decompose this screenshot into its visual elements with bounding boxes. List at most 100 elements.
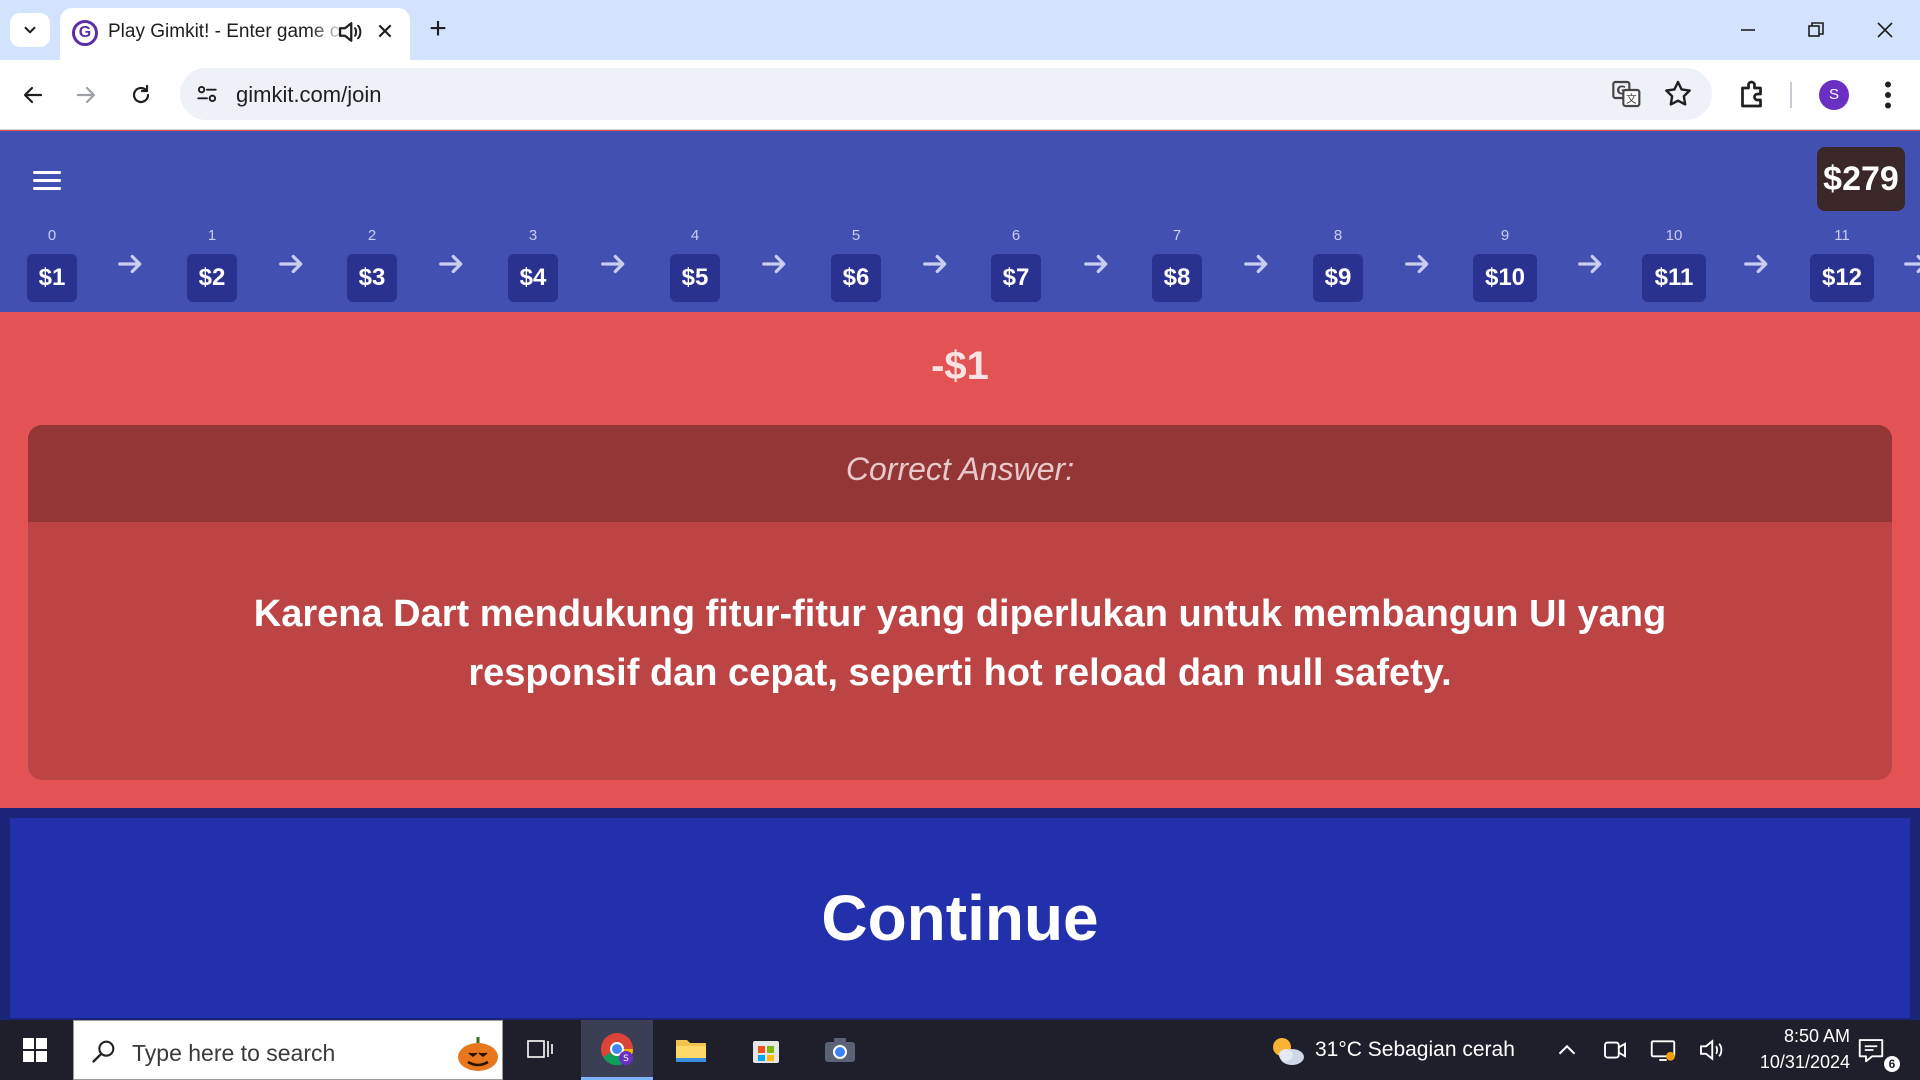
profile-avatar[interactable]: S bbox=[1819, 80, 1849, 110]
continue-area: Continue bbox=[0, 808, 1920, 1020]
arrow-right-icon bbox=[279, 254, 303, 274]
translate-icon[interactable]: G文 bbox=[1610, 78, 1642, 110]
minimize-icon bbox=[1741, 29, 1755, 31]
result-panel: -$1 Correct Answer: Karena Dart mendukun… bbox=[0, 312, 1920, 808]
arrow-right-icon bbox=[601, 254, 625, 274]
windows-logo-icon bbox=[23, 1038, 47, 1062]
correct-answer-header: Correct Answer: bbox=[28, 425, 1892, 522]
notification-count-badge: 6 bbox=[1884, 1056, 1900, 1072]
arrow-right-icon bbox=[76, 86, 96, 104]
start-button[interactable] bbox=[0, 1020, 70, 1080]
step-index: 1 bbox=[207, 227, 217, 244]
step-index: 8 bbox=[1333, 227, 1343, 244]
windows-taskbar: Type here to search S 31°C Sebagian cera… bbox=[0, 1020, 1920, 1080]
step-chip: $9 bbox=[1313, 254, 1363, 302]
store-icon bbox=[753, 1041, 779, 1063]
tab-search-button[interactable] bbox=[10, 13, 50, 47]
continue-button[interactable]: Continue bbox=[10, 818, 1910, 1018]
step-chip: $6 bbox=[831, 254, 881, 302]
restore-button[interactable] bbox=[1786, 10, 1846, 50]
camera-icon bbox=[825, 1038, 855, 1062]
close-window-button[interactable] bbox=[1855, 10, 1915, 50]
chevron-down-icon bbox=[24, 26, 36, 34]
url-text[interactable]: gimkit.com/join bbox=[236, 82, 381, 108]
minimize-button[interactable] bbox=[1718, 10, 1778, 50]
close-tab-icon[interactable]: ✕ bbox=[370, 17, 400, 47]
step-chip: $11 bbox=[1642, 254, 1706, 302]
step-chip: $7 bbox=[991, 254, 1041, 302]
correct-answer-heading: Correct Answer: bbox=[845, 451, 1075, 487]
meet-now-icon[interactable] bbox=[1600, 1035, 1630, 1065]
volume-icon[interactable] bbox=[1696, 1035, 1726, 1065]
arrow-right-icon bbox=[1244, 254, 1268, 274]
hamburger-menu-icon[interactable] bbox=[30, 166, 66, 196]
step-chip: $12 bbox=[1810, 254, 1874, 302]
halloween-pumpkin-icon bbox=[458, 1037, 498, 1071]
microsoft-store-button[interactable] bbox=[730, 1020, 802, 1080]
back-button[interactable] bbox=[13, 75, 53, 115]
browser-tab-strip: G Play Gimkit! - Enter game code ✕ + bbox=[0, 0, 1920, 60]
speaker-icon[interactable] bbox=[335, 17, 365, 47]
toolbar-divider bbox=[1790, 82, 1792, 108]
bookmark-star-icon[interactable] bbox=[1662, 78, 1694, 110]
network-icon[interactable] bbox=[1648, 1035, 1678, 1065]
arrow-right-icon bbox=[1904, 254, 1920, 274]
arrow-right-icon bbox=[1578, 254, 1602, 274]
step-index: 10 bbox=[1665, 227, 1683, 244]
clock-date[interactable]: 10/31/2024 bbox=[1730, 1052, 1850, 1073]
forward-button[interactable] bbox=[66, 75, 106, 115]
step-index: 11 bbox=[1834, 227, 1850, 244]
task-view-button[interactable] bbox=[504, 1020, 576, 1080]
step-chip: $4 bbox=[508, 254, 558, 302]
site-settings-icon[interactable] bbox=[194, 81, 220, 107]
chrome-taskbar-button[interactable]: S bbox=[581, 1020, 653, 1080]
step-chip: $1 bbox=[27, 254, 77, 302]
notifications-icon[interactable] bbox=[1856, 1035, 1886, 1065]
search-placeholder: Type here to search bbox=[132, 1040, 336, 1066]
arrow-right-icon bbox=[1084, 254, 1108, 274]
step-index: 5 bbox=[851, 227, 861, 244]
reload-button[interactable] bbox=[121, 75, 161, 115]
browser-tab[interactable]: G Play Gimkit! - Enter game code ✕ bbox=[60, 8, 410, 60]
arrow-right-icon bbox=[118, 254, 142, 274]
step-index: 0 bbox=[47, 227, 57, 244]
correct-answer-text: Karena Dart mendukung fitur-fitur yang d… bbox=[253, 593, 1667, 694]
arrow-right-icon bbox=[762, 254, 786, 274]
gimkit-favicon-icon: G bbox=[72, 20, 98, 46]
arrow-right-icon bbox=[1744, 254, 1768, 274]
tab-title: Play Gimkit! - Enter game code bbox=[108, 21, 346, 42]
search-icon bbox=[92, 1040, 115, 1063]
continue-label: Continue bbox=[821, 882, 1099, 954]
clock-time[interactable]: 8:50 AM bbox=[1730, 1026, 1850, 1047]
svg-text:S: S bbox=[623, 1054, 629, 1064]
browser-toolbar: gimkit.com/join G文 S bbox=[0, 60, 1920, 130]
arrow-right-icon bbox=[439, 254, 463, 274]
money-change-label: -$1 bbox=[931, 344, 989, 388]
more-vert-icon[interactable] bbox=[1870, 77, 1906, 113]
extensions-puzzle-icon[interactable] bbox=[1735, 76, 1771, 112]
step-chip: $5 bbox=[670, 254, 720, 302]
new-tab-button[interactable]: + bbox=[420, 12, 456, 48]
restore-icon bbox=[1808, 22, 1824, 37]
arrow-left-icon bbox=[23, 86, 43, 104]
camera-app-button[interactable] bbox=[804, 1020, 876, 1080]
address-bar[interactable]: gimkit.com/join G文 bbox=[180, 68, 1712, 120]
taskbar-search-box[interactable]: Type here to search bbox=[73, 1020, 503, 1080]
step-chip: $8 bbox=[1152, 254, 1202, 302]
svg-text:文: 文 bbox=[1626, 93, 1637, 106]
task-view-icon bbox=[527, 1040, 553, 1058]
weather-text[interactable]: 31°C Sebagian cerah bbox=[1315, 1038, 1515, 1062]
step-index: 9 bbox=[1500, 227, 1510, 244]
step-index: 6 bbox=[1011, 227, 1021, 244]
step-chip: $10 bbox=[1473, 254, 1537, 302]
step-index: 7 bbox=[1172, 227, 1182, 244]
step-index: 2 bbox=[367, 227, 377, 244]
step-index: 3 bbox=[528, 227, 538, 244]
arrow-right-icon bbox=[1405, 254, 1429, 274]
reload-icon bbox=[132, 84, 150, 104]
chevron-up-icon[interactable] bbox=[1552, 1035, 1582, 1065]
correct-answer-card: Correct Answer: Karena Dart mendukung fi… bbox=[28, 425, 1892, 780]
step-index: 4 bbox=[690, 227, 700, 244]
file-explorer-button[interactable] bbox=[655, 1020, 727, 1080]
game-header: $279 0 $1 1 $2 2 $3 3 $4 4 $5 5 $6 6 $7 … bbox=[0, 131, 1920, 312]
